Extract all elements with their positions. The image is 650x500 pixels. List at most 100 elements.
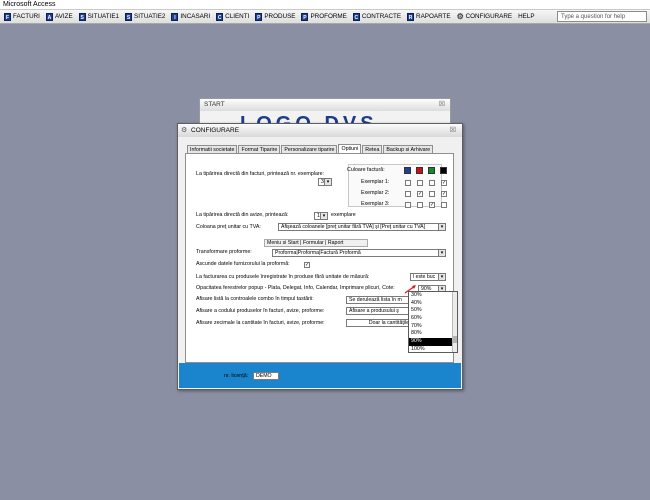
close-icon[interactable]: ☒: [450, 124, 456, 137]
menu-item-label: PROFORME: [310, 13, 347, 20]
menu-item-help[interactable]: HELP: [516, 11, 536, 23]
menu-item-label: AVIZE: [54, 13, 73, 20]
copy-color-checkbox[interactable]: [441, 202, 447, 208]
dropdown-arrow-icon[interactable]: ▾: [324, 179, 331, 185]
hide-supplier-checkbox[interactable]: ✓: [304, 262, 310, 268]
menu-item-avize[interactable]: A AVIZE: [44, 11, 75, 23]
copy-color-checkbox[interactable]: [429, 191, 435, 197]
dropdown-arrow-icon[interactable]: ▾: [320, 213, 327, 219]
product-code-label: Afisare a codului produselor în facturi,…: [196, 308, 325, 314]
scrollbar-thumb[interactable]: [453, 336, 457, 343]
contracte-icon: C: [352, 12, 360, 21]
color-swatch[interactable]: [428, 167, 435, 174]
copy-row-label: Exemplar 1:: [361, 179, 390, 185]
dropdown-arrow-icon[interactable]: ▾: [438, 250, 445, 256]
situatie2-icon: S: [125, 12, 133, 21]
notice-copies-label: La tipărirea directă din avize, printeaz…: [196, 212, 289, 218]
red-arrow-annotation: [404, 285, 416, 294]
opacity-option[interactable]: 40%: [409, 300, 452, 308]
menu-item-rapoarte[interactable]: R RAPOARTE: [405, 11, 453, 23]
opacity-option[interactable]: 80%: [409, 330, 452, 338]
close-icon[interactable]: ☒: [439, 99, 445, 111]
menu-item-situatie1[interactable]: S SITUATIE1: [77, 11, 121, 23]
billing-unit-value: l este buc: [413, 274, 436, 280]
notice-copies-suffix: exemplare: [331, 212, 356, 218]
menu-item-label: SITUATIE1: [87, 13, 120, 20]
opacity-option[interactable]: 90%: [409, 338, 452, 346]
notice-copies-combo[interactable]: 1 ▾: [314, 212, 328, 220]
dropdown-arrow-icon[interactable]: ▾: [438, 274, 445, 280]
billing-unit-combo[interactable]: l este buc ▾: [410, 273, 446, 281]
quantity-decimals-field[interactable]: Doar la cantităţile: [346, 319, 412, 327]
produse-icon: P: [255, 12, 263, 21]
combo-list-label: Afisare listă la controalele combo în ti…: [196, 296, 314, 302]
product-code-field[interactable]: Afisare a produsului ş: [346, 307, 412, 315]
menu-item-proforme[interactable]: P PROFORME: [299, 11, 348, 23]
menu-item-clienti[interactable]: C CLIENTI: [214, 11, 251, 23]
menu-item-incasari[interactable]: I INCASARI: [169, 11, 212, 23]
menu-item-label: FACTURI: [13, 13, 40, 20]
menu-item-facturi[interactable]: F FACTURI: [2, 11, 42, 23]
copy-color-checkbox[interactable]: [405, 180, 411, 186]
gear-icon: ⚙: [456, 11, 464, 21]
vat-column-value: Afişează coloanele [preţ unitar fără TVA…: [281, 224, 426, 230]
color-swatch[interactable]: [404, 167, 411, 174]
vat-column-label: Coloana preţ unitar cu TVA:: [196, 224, 261, 230]
menu-item-label: INCASARI: [180, 13, 211, 20]
configurare-title: CONFIGURARE: [191, 127, 240, 134]
invoice-copies-label: La tipărirea directă din facturi, printe…: [196, 171, 325, 177]
color-swatch[interactable]: [416, 167, 423, 174]
copy-color-checkbox[interactable]: [429, 180, 435, 186]
quantity-decimals-label: Afisare zecimale la cantitate în facturi…: [196, 320, 325, 326]
window-titlebar: Microsoft Access: [0, 0, 650, 10]
copy-color-checkbox[interactable]: [405, 191, 411, 197]
combo-list-field[interactable]: Se derulează lista în m: [346, 296, 412, 304]
incasari-icon: I: [171, 12, 179, 21]
popup-opacity-label: Opacitatea ferestrelor popup - Plata, De…: [196, 285, 395, 291]
copy-color-checkbox[interactable]: ✓: [441, 191, 447, 197]
license-field[interactable]: DEMO: [253, 372, 279, 380]
color-swatch[interactable]: [440, 167, 447, 174]
menu-bar: F FACTURI A AVIZE S SITUATIE1 S SITUATIE2 I INCAS…: [0, 10, 650, 24]
menu-item-contracte[interactable]: C CONTRACTE: [351, 11, 403, 23]
menu-item-label: CLIENTI: [225, 13, 250, 20]
opacity-option[interactable]: 50%: [409, 307, 452, 315]
menu-item-produse[interactable]: P PRODUSE: [253, 11, 297, 23]
opacity-dropdown-list[interactable]: 30% 40% 50% 60% 70% 80% 90% 100%: [408, 291, 458, 353]
menu-item-configurare[interactable]: ⚙ CONFIGURARE: [455, 11, 515, 23]
copy-color-checkbox[interactable]: [405, 202, 411, 208]
window-title: Microsoft Access: [3, 1, 56, 8]
invoice-copies-combo[interactable]: 3 ▾: [318, 178, 332, 186]
transform-proforme-label: Transformare proforme:: [196, 249, 252, 255]
menu-item-label: CONFIGURARE: [465, 13, 513, 20]
opacity-option[interactable]: 100%: [409, 346, 452, 354]
opacity-option[interactable]: 70%: [409, 323, 452, 331]
copy-row-label: Exemplar 3:: [361, 201, 390, 207]
menu-item-label: PRODUSE: [264, 13, 296, 20]
dropdown-scrollbar[interactable]: [452, 292, 457, 352]
copy-color-checkbox[interactable]: [417, 202, 423, 208]
rapoarte-icon: R: [407, 12, 415, 21]
copy-row-label: Exemplar 2:: [361, 190, 390, 196]
form-icon: ⚙: [181, 127, 188, 134]
invoice-color-label: Culoare factură:: [347, 167, 385, 173]
facturi-icon: F: [4, 12, 11, 21]
copy-color-checkbox[interactable]: ✓: [441, 180, 447, 186]
opacity-option[interactable]: 60%: [409, 315, 452, 323]
help-search-input[interactable]: Type a question for help: [557, 11, 647, 22]
copy-color-checkbox[interactable]: ✓: [429, 202, 435, 208]
config-footer: nr. licenţă: DEMO: [179, 363, 461, 388]
menu-item-situatie2[interactable]: S SITUATIE2: [123, 11, 167, 23]
transform-proforme-combo[interactable]: Proforma|Proforma|Factură Proformă ▾: [272, 249, 446, 257]
menu-item-label: CONTRACTE: [361, 13, 402, 20]
situatie1-icon: S: [78, 12, 86, 21]
copy-color-checkbox[interactable]: ✓: [417, 191, 423, 197]
vat-column-combo[interactable]: Afişează coloanele [preţ unitar fără TVA…: [278, 223, 446, 231]
proforme-icon: P: [301, 12, 309, 21]
copy-color-checkbox[interactable]: [417, 180, 423, 186]
menu-item-label: RAPOARTE: [416, 13, 451, 20]
billing-unit-label: La facturarea cu produsele înregistrate …: [196, 274, 370, 280]
configurare-titlebar: ⚙ CONFIGURARE ☒: [178, 124, 462, 137]
clienti-icon: C: [216, 12, 224, 21]
dropdown-arrow-icon[interactable]: ▾: [438, 224, 445, 230]
